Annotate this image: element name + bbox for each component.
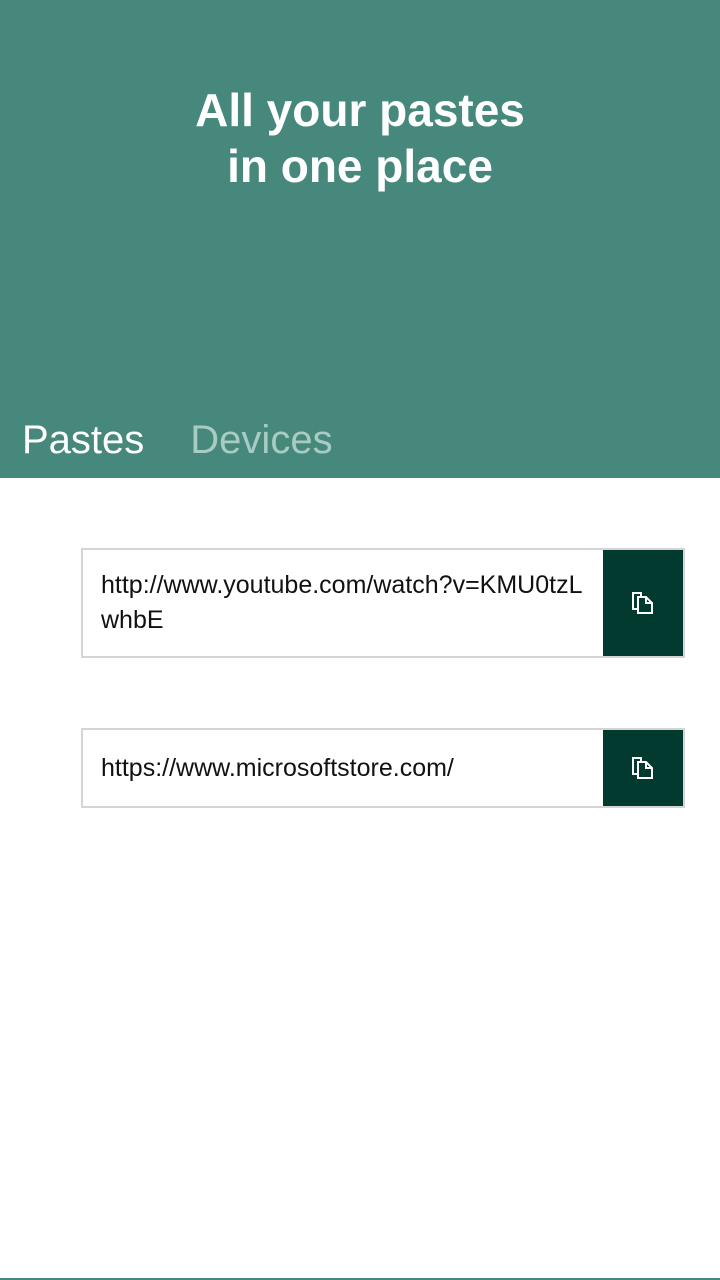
paste-text: http://www.youtube.com/watch?v=KMU0tzLwh… xyxy=(101,571,583,634)
tab-bar: Pastes Devices xyxy=(22,412,333,468)
paste-item[interactable]: https://www.microsoftstore.com/ xyxy=(81,728,685,808)
hero-title-line-1: All your pastes xyxy=(195,84,525,136)
hero-title-line-2: in one place xyxy=(227,140,493,192)
copy-icon xyxy=(632,592,653,614)
hero-title: All your pastes in one place xyxy=(0,82,720,194)
paste-text: https://www.microsoftstore.com/ xyxy=(101,753,454,782)
copy-button[interactable] xyxy=(603,730,683,806)
copy-icon xyxy=(632,757,653,779)
copy-button[interactable] xyxy=(603,550,683,656)
header: All your pastes in one place Pastes Devi… xyxy=(0,0,720,478)
tab-devices[interactable]: Devices xyxy=(190,412,332,468)
tab-pastes[interactable]: Pastes xyxy=(22,412,144,468)
paste-item[interactable]: http://www.youtube.com/watch?v=KMU0tzLwh… xyxy=(81,548,685,658)
paste-list: http://www.youtube.com/watch?v=KMU0tzLwh… xyxy=(81,548,685,808)
